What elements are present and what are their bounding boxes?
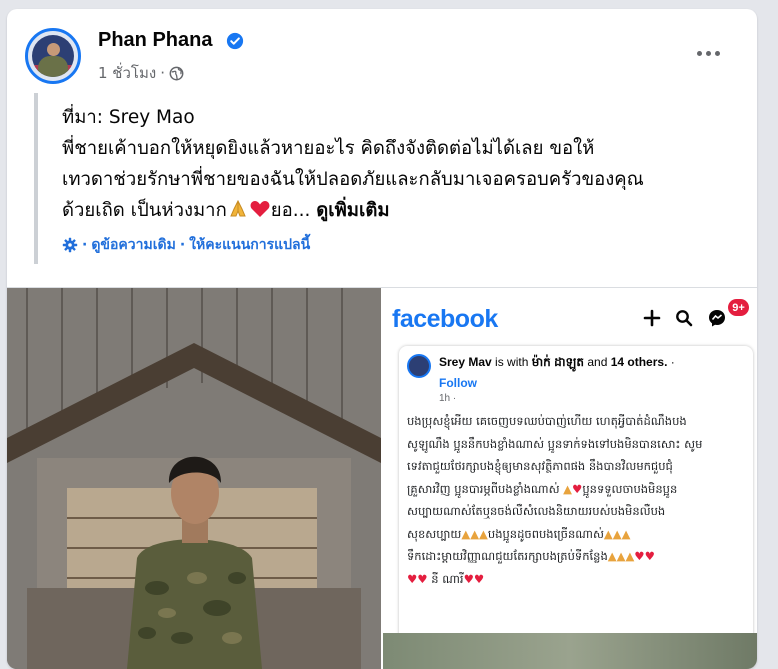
facebook-logo: facebook bbox=[392, 305, 498, 333]
translation-bar: · ดูข้อความเดิม · ให้คะแนนการแปลนี้ bbox=[62, 234, 310, 256]
screenshot-text-line: សុខសប្បាយ▲▲▲បងប្អូនដូចពបងច្រើនណាស់▲▲▲ bbox=[407, 523, 747, 546]
red-heart-emoji-icon bbox=[250, 201, 270, 217]
screenshot-with-text: is with bbox=[495, 355, 529, 369]
quote-bar bbox=[34, 93, 38, 264]
translation-separator: · bbox=[82, 237, 88, 253]
screenshot-text-fragment: នី ណារី bbox=[431, 571, 464, 586]
screenshot-photo-strip bbox=[383, 633, 757, 669]
author-avatar[interactable] bbox=[25, 28, 81, 84]
screenshot-text-line: ទឹកដោះម្ដាយវិញ្ញាណជួយតែរក្សាបងត្រប់ទីកន្… bbox=[407, 545, 747, 568]
screenshot-post-text: បងប្រុសខ្ញុំអើយ គេចេញបទឈប់បាញ់ហើយ ហេតុអ្… bbox=[407, 410, 747, 590]
screenshot-author-avatar bbox=[407, 354, 431, 378]
red-heart-emoji-icon: ♥♥ bbox=[407, 571, 428, 586]
red-heart-emoji-icon: ♥♥ bbox=[463, 571, 485, 586]
screenshot-text-line: ទេវតាជួយថែរក្សាបងខ្ញុំឲ្យមានសុវត្ថិភាពផង… bbox=[407, 459, 673, 473]
verified-badge-icon bbox=[226, 32, 244, 50]
red-heart-emoji-icon: ♥♥ bbox=[634, 549, 655, 563]
screenshot-header-icons bbox=[643, 308, 727, 328]
post-text-fragment: ยอ... bbox=[270, 200, 311, 221]
screenshot-text-line: គ្រួសារវិញ ប្អូនបារម្ភពីបងខ្លាំងណាស់ ▲♥ប… bbox=[407, 478, 747, 501]
gear-icon[interactable] bbox=[62, 237, 78, 253]
globe-icon[interactable] bbox=[169, 66, 184, 81]
screenshot-text-line: បងប្រុសខ្ញុំអើយ គេចេញបទឈប់បាញ់ហើយ ហេតុអ្… bbox=[407, 414, 687, 428]
screenshot-and-text: and bbox=[587, 355, 608, 369]
rate-translation-link[interactable]: ให้คะแนนการแปลนี้ bbox=[189, 234, 310, 256]
post-card: Phan Phana 1 ชั่วโมง · ที่มา: Srey Mao พ… bbox=[7, 9, 757, 669]
screenshot-text-fragment: ប្អូនទទួលចាបងមិនប្អូន bbox=[582, 481, 678, 496]
screenshot-others: 14 others. bbox=[610, 355, 668, 369]
avatar-image bbox=[32, 35, 74, 77]
screenshot-author-name: Srey Mav bbox=[439, 355, 492, 369]
soldier-photo-image bbox=[7, 288, 381, 669]
more-options-button[interactable] bbox=[691, 36, 725, 70]
translation-separator: · bbox=[179, 237, 186, 253]
meta-separator: · bbox=[160, 64, 165, 82]
screenshot-author-line: Srey Mav is with ម៉ាក់ ដាឡូត and 14 othe… bbox=[439, 355, 675, 369]
post-text-line: เทวดาช่วยรักษาพี่ชายของฉันให้ปลอดภัยและก… bbox=[62, 169, 644, 190]
folded-hands-emoji-icon: ▲▲▲ bbox=[603, 526, 631, 541]
folded-hands-emoji-icon: ▲▲▲ bbox=[607, 549, 635, 563]
notification-badge: 9+ bbox=[728, 299, 749, 316]
screenshot-text-fragment: ទឹកដោះម្ដាយវិញ្ញាណជួយតែរក្សាបងត្រប់ទីកន្… bbox=[407, 549, 608, 563]
post-timestamp[interactable]: 1 ชั่วโมง bbox=[98, 61, 156, 85]
screenshot-text-fragment: បងប្អូនដូចពបងច្រើនណាស់ bbox=[487, 526, 604, 541]
red-heart-emoji-icon: ♥ bbox=[572, 481, 583, 496]
screenshot-text-line: សូឡូណឹង ប្អូននឹកបងខ្លាំងណាស់ ប្អូនទាក់ទង… bbox=[407, 436, 703, 451]
post-text-line: ด้วยเถิด เป็นห่วงมาก ยอ... ดูเพิ่มเติม bbox=[62, 195, 752, 226]
folded-hands-emoji-icon: ▲ bbox=[563, 481, 573, 496]
messenger-icon bbox=[709, 310, 725, 327]
screenshot-follow-button: Follow bbox=[439, 376, 477, 390]
folded-hands-emoji-icon bbox=[230, 199, 246, 217]
post-text: ที่มา: Srey Mao พี่ชายเค้าบอกให้หยุดยิงแ… bbox=[62, 102, 752, 226]
author-name[interactable]: Phan Phana bbox=[98, 29, 212, 52]
screenshot-timestamp: 1h · bbox=[439, 393, 457, 404]
screenshot-tagged-name: ម៉ាក់ ដាឡូត bbox=[531, 355, 584, 369]
see-more-link[interactable]: ดูเพิ่มเติม bbox=[316, 200, 389, 221]
post-photo-screenshot[interactable]: facebook 9+ Srey Mav is with ម៉ាក់ ដាឡូត… bbox=[383, 288, 757, 669]
post-photo-soldier[interactable] bbox=[7, 288, 381, 669]
post-text-fragment: ด้วยเถิด เป็นห่วงมาก bbox=[62, 200, 227, 221]
post-meta: 1 ชั่วโมง · bbox=[98, 61, 184, 85]
screenshot-text-fragment: គ្រួសារវិញ ប្អូនបារម្ភពីបងខ្លាំងណាស់ bbox=[407, 481, 560, 496]
plus-icon bbox=[643, 309, 661, 327]
search-icon bbox=[676, 310, 693, 327]
post-source-line: ที่มา: Srey Mao bbox=[62, 107, 195, 128]
post-text-line: พี่ชายเค้าบอกให้หยุดยิงแล้วหายอะไร คิดถึ… bbox=[62, 138, 595, 159]
screenshot-text-line: ♥♥ នី ណារី♥♥ bbox=[407, 568, 747, 591]
folded-hands-emoji-icon: ▲▲▲ bbox=[461, 526, 488, 541]
screenshot-post-card: Srey Mav is with ម៉ាក់ ដាឡូត and 14 othe… bbox=[399, 346, 753, 660]
screenshot-text-line: សប្បាយណាស់តែឬនចង់លឺសំលេងនិយាយរបស់បងមិនលឺ… bbox=[407, 504, 666, 518]
see-original-link[interactable]: ดูข้อความเดิม bbox=[91, 234, 176, 256]
screenshot-text-fragment: សុខសប្បាយ bbox=[407, 526, 462, 541]
